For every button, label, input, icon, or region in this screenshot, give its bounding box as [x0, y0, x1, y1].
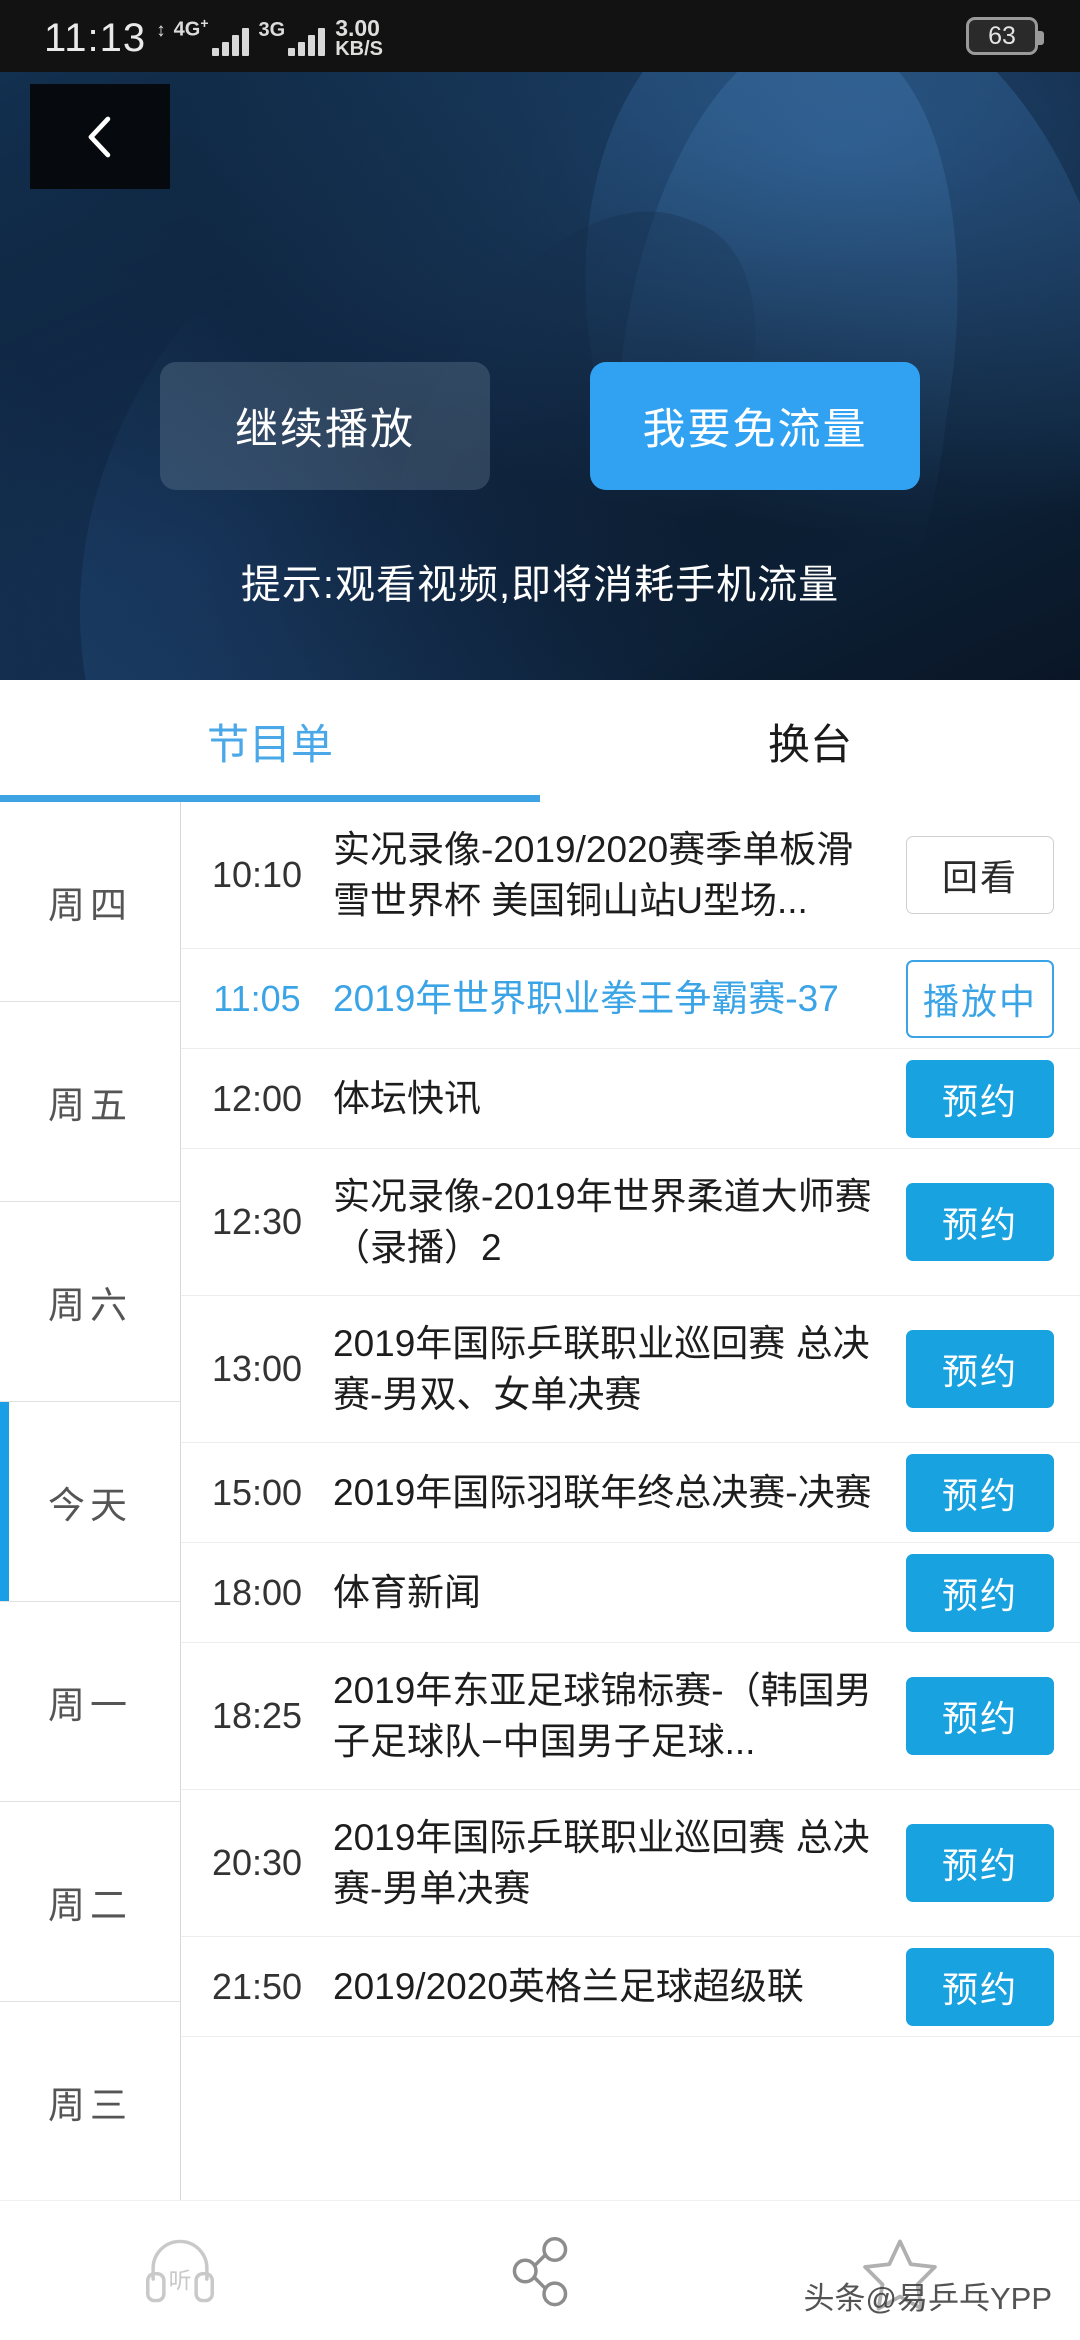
table-row[interactable]: 12:00 体坛快讯 预约 [181, 1049, 1080, 1150]
day-item-thursday[interactable]: 周四 [0, 802, 180, 1002]
reserve-button[interactable]: 预约 [906, 1824, 1054, 1903]
listen-button[interactable]: 听 [0, 2228, 360, 2314]
share-icon [512, 2236, 568, 2306]
headphone-listen-icon: 听 [146, 2239, 214, 2302]
program-title: 体坛快讯 [333, 1078, 481, 1120]
battery-percent: 63 [988, 21, 1016, 50]
battery-icon: 63 [966, 17, 1044, 55]
tab-program-list[interactable]: 节目单 [0, 680, 540, 802]
signal-bars-primary-icon [211, 28, 249, 56]
network-type-secondary: 3G [258, 19, 286, 41]
free-data-button[interactable]: 我要免流量 [590, 362, 920, 490]
reserve-button[interactable]: 预约 [906, 1947, 1054, 2026]
day-item-saturday[interactable]: 周六 [0, 1202, 180, 1402]
network-speed: 3.00 KB/S [335, 15, 383, 60]
reserve-button[interactable]: 预约 [906, 1453, 1054, 1532]
star-favorite-icon [863, 2239, 937, 2311]
video-player-area[interactable]: 继续播放 我要免流量 提示:观看视频,即将消耗手机流量 [0, 72, 1080, 680]
day-item-today[interactable]: 今天 [0, 1402, 180, 1602]
table-row[interactable]: 18:25 2019年东亚足球锦标赛-（韩国男子足球队−中国男子足球... 预约 [181, 1643, 1080, 1791]
section-tabs: 节目单 换台 [0, 680, 1080, 802]
day-item-monday[interactable]: 周一 [0, 1602, 180, 1802]
status-bar-left: 11:13 ↕ 4G+ 3G 3.00 KB/S [0, 15, 383, 60]
program-title: 实况录像-2019年世界柔道大师赛（录播）2 [333, 1176, 872, 1269]
reserve-button[interactable]: 预约 [906, 1059, 1054, 1138]
program-time: 21:50 [211, 1965, 303, 2007]
reserve-button[interactable]: 预约 [906, 1677, 1054, 1756]
table-row[interactable]: 20:30 2019年国际乒联职业巡回赛 总决赛-男单决赛 预约 [181, 1790, 1080, 1938]
table-row[interactable]: 15:00 2019年国际羽联年终总决赛-决赛 预约 [181, 1443, 1080, 1544]
program-time: 18:00 [211, 1571, 303, 1613]
program-time: 18:25 [211, 1695, 303, 1737]
day-item-wednesday[interactable]: 周三 [0, 2002, 180, 2200]
signal-secondary: 3G [259, 20, 326, 56]
now-playing-badge[interactable]: 播放中 [906, 959, 1054, 1038]
back-button[interactable] [30, 84, 170, 189]
tab-change-channel[interactable]: 换台 [540, 680, 1080, 802]
table-row[interactable]: 21:50 2019/2020英格兰足球超级联 预约 [181, 1937, 1080, 2038]
status-bar: 11:13 ↕ 4G+ 3G 3.00 KB/S 63 [0, 0, 1080, 72]
program-title: 2019年国际乒联职业巡回赛 总决赛-男双、女单决赛 [333, 1323, 870, 1416]
network-type-primary: 4G+ [173, 15, 209, 41]
data-usage-hint: 提示:观看视频,即将消耗手机流量 [240, 563, 840, 607]
overlay-button-row: 继续播放 我要免流量 [0, 362, 1080, 490]
table-row[interactable]: 12:30 实况录像-2019年世界柔道大师赛（录播）2 预约 [181, 1149, 1080, 1297]
program-time: 12:30 [211, 1201, 303, 1243]
program-title: 2019年世界职业拳王争霸赛-37 [333, 978, 839, 1020]
table-row[interactable]: 10:10 实况录像-2019/2020赛季单板滑雪世界杯 美国铜山站U型场..… [181, 802, 1080, 950]
program-time: 20:30 [211, 1842, 303, 1884]
program-title: 体育新闻 [333, 1572, 481, 1614]
share-button[interactable] [360, 2228, 720, 2314]
replay-button[interactable]: 回看 [906, 836, 1054, 915]
table-row[interactable]: 18:00 体育新闻 预约 [181, 1543, 1080, 1644]
svg-text:听: 听 [169, 2267, 192, 2293]
continue-play-button[interactable]: 继续播放 [160, 362, 490, 490]
program-title: 2019/2020英格兰足球超级联 [333, 1966, 804, 2008]
reserve-button[interactable]: 预约 [906, 1183, 1054, 1262]
program-time: 12:00 [211, 1077, 303, 1119]
program-title: 2019年国际羽联年终总决赛-决赛 [333, 1472, 872, 1514]
signal-bars-secondary-icon [288, 28, 326, 56]
program-time: 10:10 [211, 854, 303, 896]
reserve-button[interactable]: 预约 [906, 1553, 1054, 1632]
network-speed-value: 3.00 [335, 15, 380, 42]
day-item-friday[interactable]: 周五 [0, 1002, 180, 1202]
program-time: 13:00 [211, 1348, 303, 1390]
favorite-button[interactable] [720, 2228, 1080, 2314]
signal-primary: 4G+ [174, 16, 249, 56]
status-clock: 11:13 [44, 16, 147, 60]
status-bar-right: 63 [966, 17, 1080, 55]
program-title: 2019年国际乒联职业巡回赛 总决赛-男单决赛 [333, 1817, 870, 1910]
table-row[interactable]: 13:00 2019年国际乒联职业巡回赛 总决赛-男双、女单决赛 预约 [181, 1296, 1080, 1444]
program-list[interactable]: 10:10 实况录像-2019/2020赛季单板滑雪世界杯 美国铜山站U型场..… [181, 802, 1080, 2200]
bottom-action-bar: 听 头条@易乒乓YPP [0, 2200, 1080, 2340]
table-row[interactable]: 11:05 2019年世界职业拳王争霸赛-37 播放中 [181, 949, 1080, 1050]
reserve-button[interactable]: 预约 [906, 1330, 1054, 1409]
program-title: 2019年东亚足球锦标赛-（韩国男子足球队−中国男子足球... [333, 1670, 872, 1763]
network-speed-unit: KB/S [335, 37, 383, 60]
chevron-left-icon [88, 116, 111, 157]
day-item-tuesday[interactable]: 周二 [0, 1802, 180, 2002]
program-time: 15:00 [211, 1471, 303, 1513]
day-selector-sidebar: 周四 周五 周六 今天 周一 周二 周三 [0, 802, 180, 2200]
schedule-content: 周四 周五 周六 今天 周一 周二 周三 10:10 实况录像-2019/202… [0, 802, 1080, 2200]
program-time: 11:05 [213, 977, 301, 1019]
data-transfer-arrows-icon: ↕ [156, 20, 165, 41]
program-title: 实况录像-2019/2020赛季单板滑雪世界杯 美国铜山站U型场... [333, 829, 854, 922]
